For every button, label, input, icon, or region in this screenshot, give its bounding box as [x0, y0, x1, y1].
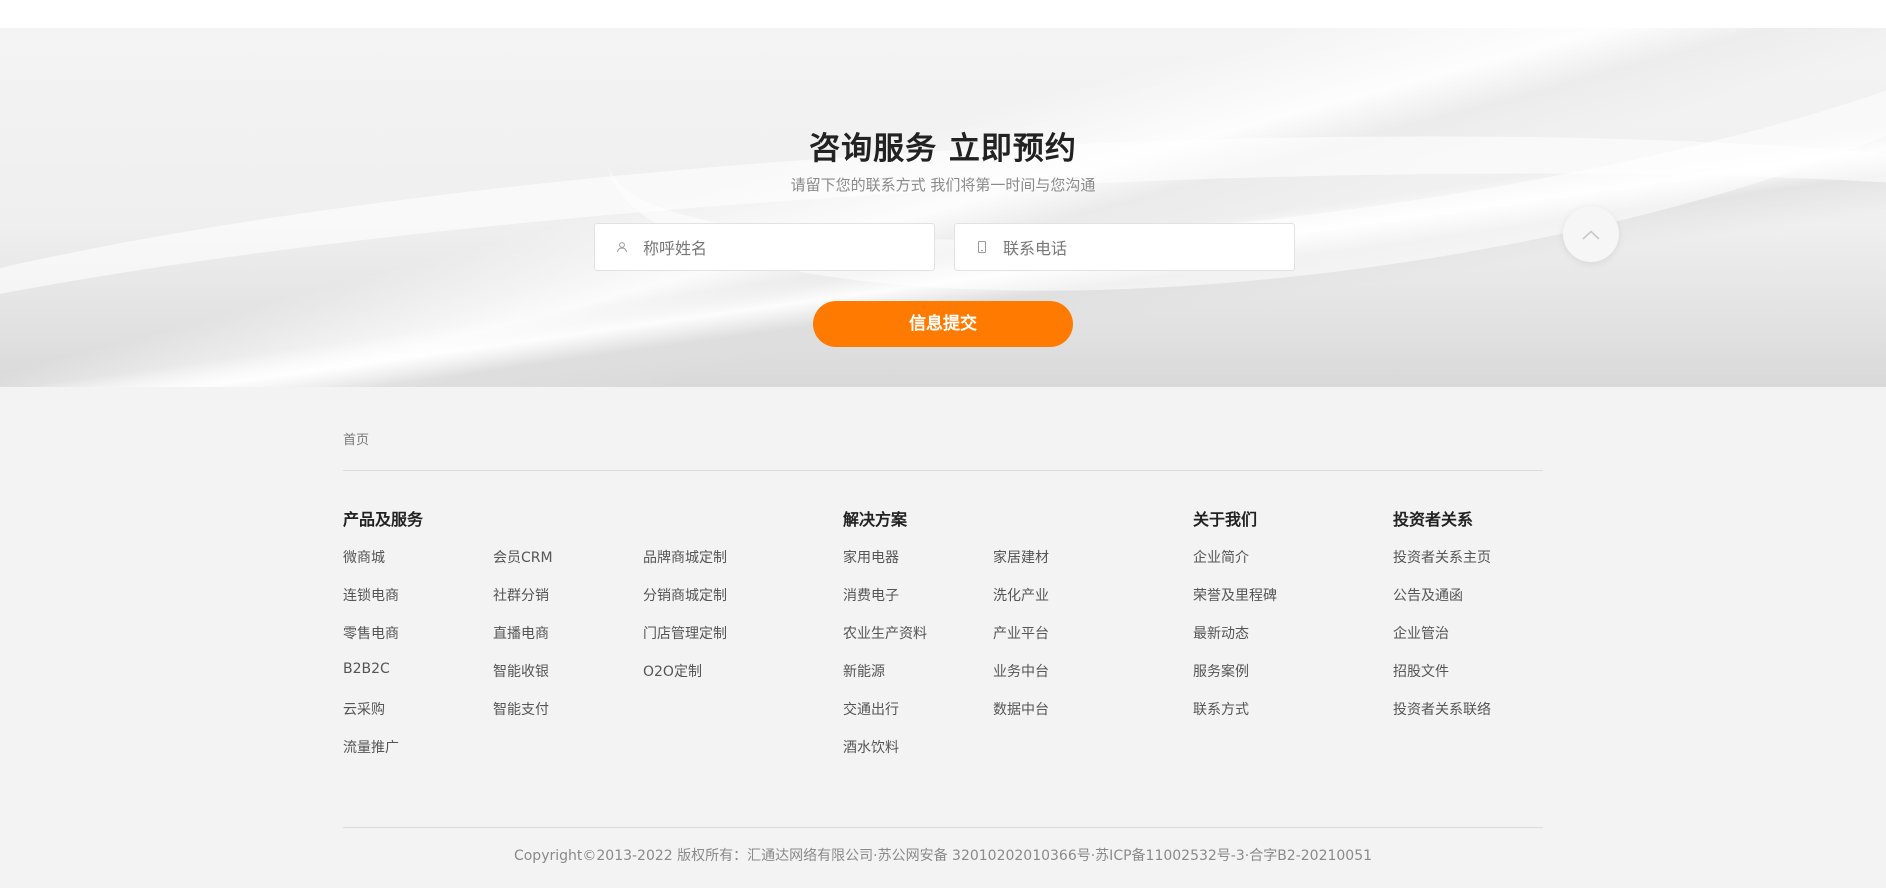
name-field[interactable]: 称呼姓名 — [594, 223, 935, 271]
footer-link[interactable]: 零售电商 — [343, 623, 399, 643]
footer-link[interactable]: 门店管理定制 — [643, 623, 727, 643]
footer-link[interactable]: 品牌商城定制 — [643, 547, 727, 567]
footer-link[interactable]: 直播电商 — [493, 623, 549, 643]
user-icon — [615, 241, 629, 253]
footer-link[interactable]: 流量推广 — [343, 737, 399, 757]
footer-link[interactable]: 家居建材 — [993, 547, 1049, 567]
footer-link[interactable]: 交通出行 — [843, 699, 899, 719]
footer-link[interactable]: 微商城 — [343, 547, 385, 567]
footer-link[interactable]: 最新动态 — [1193, 623, 1249, 643]
divider — [343, 470, 1543, 471]
submit-button[interactable]: 信息提交 — [813, 301, 1073, 347]
footer-link[interactable]: 社群分销 — [493, 585, 549, 605]
chevron-up-icon — [1582, 225, 1600, 244]
footer-link[interactable]: 会员CRM — [493, 547, 553, 567]
footer-link[interactable]: 招股文件 — [1393, 661, 1449, 681]
footer-link[interactable]: O2O定制 — [643, 661, 702, 681]
footer-link[interactable]: B2B2C — [343, 661, 390, 677]
top-bar — [0, 0, 1886, 28]
footer-link[interactable]: 产业平台 — [993, 623, 1049, 643]
consult-section: 咨询服务 立即预约 请留下您的联系方式 我们将第一时间与您沟通 称呼姓名 联系电… — [0, 28, 1886, 387]
footer-link[interactable]: 消费电子 — [843, 585, 899, 605]
footer-link[interactable]: 荣誉及里程碑 — [1193, 585, 1277, 605]
footer-link[interactable]: 新能源 — [843, 661, 885, 681]
footer-title-investors: 投资者关系 — [1393, 510, 1474, 529]
footer-link[interactable]: 连锁电商 — [343, 585, 399, 605]
footer-link[interactable]: 企业管治 — [1393, 623, 1449, 643]
breadcrumb-home[interactable]: 首页 — [343, 429, 369, 448]
footer-title-about: 关于我们 — [1193, 510, 1258, 529]
footer-link[interactable]: 家用电器 — [843, 547, 899, 567]
footer-link[interactable]: 投资者关系联络 — [1393, 699, 1491, 719]
divider — [343, 827, 1543, 828]
footer-link[interactable]: 企业简介 — [1193, 547, 1249, 567]
footer-link[interactable]: 分销商城定制 — [643, 585, 727, 605]
footer-link[interactable]: 投资者关系主页 — [1393, 547, 1491, 567]
consult-title: 咨询服务 立即预约 — [809, 131, 1077, 167]
footer-link[interactable]: 农业生产资料 — [843, 623, 927, 643]
footer-link[interactable]: 云采购 — [343, 699, 385, 719]
footer-link[interactable]: 智能收银 — [493, 661, 549, 681]
copyright-text: Copyright©2013-2022 版权所有：汇通达网络有限公司·苏公网安备… — [513, 848, 1373, 864]
footer-title-solutions: 解决方案 — [843, 510, 908, 529]
phone-field[interactable]: 联系电话 — [954, 223, 1295, 271]
footer-link[interactable]: 数据中台 — [993, 699, 1049, 719]
footer-link[interactable]: 公告及通函 — [1393, 585, 1463, 605]
name-field-placeholder: 称呼姓名 — [643, 239, 708, 258]
back-to-top-button[interactable] — [1563, 206, 1619, 262]
footer-link[interactable]: 业务中台 — [993, 661, 1049, 681]
phone-icon — [975, 241, 989, 253]
footer-link[interactable]: 服务案例 — [1193, 661, 1249, 681]
consult-subtitle: 请留下您的联系方式 我们将第一时间与您沟通 — [790, 176, 1096, 194]
footer-link[interactable]: 联系方式 — [1193, 699, 1249, 719]
footer-title-products: 产品及服务 — [343, 510, 424, 529]
footer-link[interactable]: 智能支付 — [493, 699, 549, 719]
footer-link[interactable]: 酒水饮料 — [843, 737, 899, 757]
phone-field-placeholder: 联系电话 — [1003, 239, 1068, 258]
footer-link[interactable]: 洗化产业 — [993, 585, 1049, 605]
